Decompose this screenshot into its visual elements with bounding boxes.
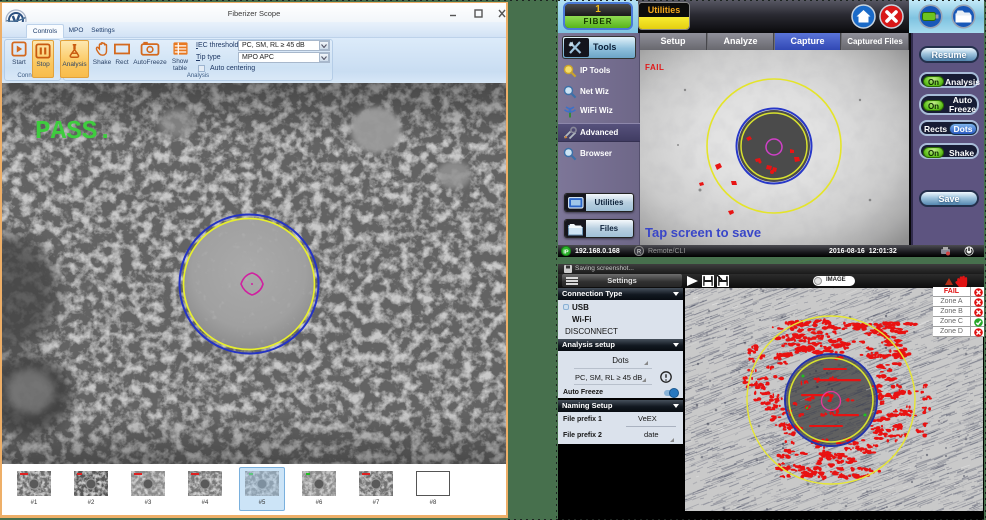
svg-text:R: R [637, 250, 642, 256]
svg-text:PASS.: PASS. [35, 116, 113, 146]
svg-text:IP: IP [563, 250, 569, 256]
